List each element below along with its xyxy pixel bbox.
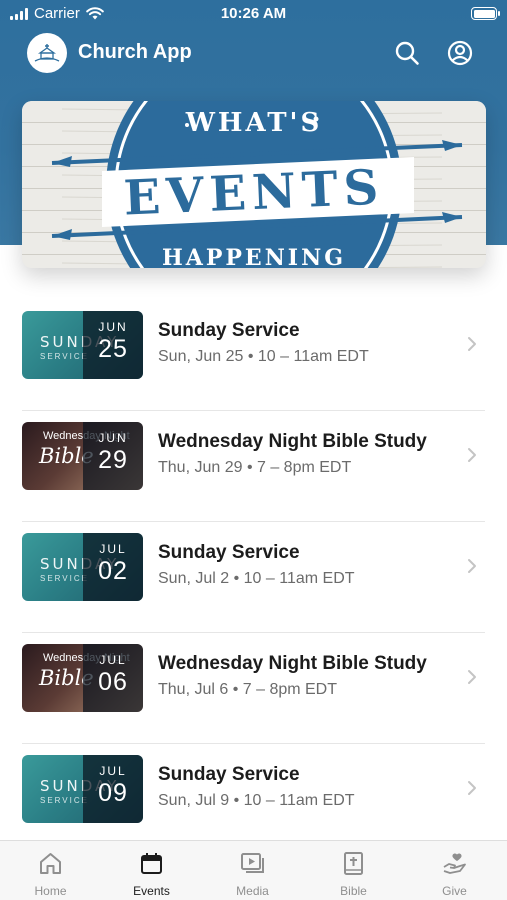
events-banner-art: WHAT'S EVENTS HAPPENING xyxy=(22,101,486,268)
media-icon xyxy=(241,853,264,873)
date-badge: JUN 25 xyxy=(83,311,143,379)
tab-label-events: Events xyxy=(133,884,170,898)
tab-events[interactable]: Events xyxy=(101,841,202,900)
event-row[interactable]: SUNDAY SERVICE JUN 25 Sunday Service Sun… xyxy=(0,300,507,411)
church-logo-icon xyxy=(27,33,67,73)
thumbnail-subtitle: SERVICE xyxy=(40,352,89,361)
date-day: 25 xyxy=(98,335,128,363)
thumbnail-subtitle: SERVICE xyxy=(40,574,89,583)
event-title: Sunday Service xyxy=(158,542,300,563)
date-month: JUN xyxy=(98,431,128,445)
tab-give[interactable]: Give xyxy=(404,841,505,900)
event-datetime: Thu, Jul 6 • 7 – 8pm EDT xyxy=(158,681,338,698)
banner-line-3: HAPPENING xyxy=(162,245,346,268)
event-datetime: Sun, Jul 9 • 10 – 11am EDT xyxy=(158,792,355,809)
calendar-icon xyxy=(141,853,162,874)
event-thumbnail: SUNDAY SERVICE JUL 09 xyxy=(22,755,143,823)
event-thumbnail: Wednesday Night Bible JUL 06 xyxy=(22,644,143,712)
chevron-right-icon xyxy=(468,337,476,351)
chevron-right-icon xyxy=(468,781,476,795)
event-datetime: Sun, Jun 25 • 10 – 11am EDT xyxy=(158,348,369,365)
events-banner: WHAT'S EVENTS HAPPENING xyxy=(22,101,486,268)
date-badge: JUL 06 xyxy=(83,644,143,712)
status-time: 10:26 AM xyxy=(220,5,287,22)
profile-icon[interactable] xyxy=(445,38,475,68)
chevron-right-icon xyxy=(468,448,476,462)
tab-media[interactable]: Media xyxy=(202,841,303,900)
bible-icon xyxy=(344,852,363,875)
app-header: Church App xyxy=(0,30,507,76)
date-day: 06 xyxy=(98,668,128,696)
tab-bar: Home Events Media Bible Give xyxy=(0,840,507,900)
give-icon xyxy=(443,853,466,874)
event-row[interactable]: Wednesday Night Bible JUN 29 Wednesday N… xyxy=(0,411,507,522)
date-month: JUN xyxy=(98,320,128,334)
event-thumbnail: SUNDAY SERVICE JUL 02 xyxy=(22,533,143,601)
status-bar: Carrier 10:26 AM xyxy=(0,0,507,28)
tab-label-give: Give xyxy=(442,884,467,898)
tab-home[interactable]: Home xyxy=(0,841,101,900)
date-badge: JUN 29 xyxy=(83,422,143,490)
tab-label-media: Media xyxy=(236,884,269,898)
event-datetime: Thu, Jun 29 • 7 – 8pm EDT xyxy=(158,459,352,476)
date-month: JUL xyxy=(99,542,127,556)
search-icon[interactable] xyxy=(392,38,422,68)
date-badge: JUL 09 xyxy=(83,755,143,823)
tab-label-bible: Bible xyxy=(340,884,367,898)
battery-icon xyxy=(471,7,500,20)
event-title: Sunday Service xyxy=(158,320,300,341)
date-badge: JUL 02 xyxy=(83,533,143,601)
event-thumbnail: SUNDAY SERVICE JUN 25 xyxy=(22,311,143,379)
event-row[interactable]: Wednesday Night Bible JUL 06 Wednesday N… xyxy=(0,633,507,744)
date-day: 09 xyxy=(98,779,128,807)
event-thumbnail: Wednesday Night Bible JUN 29 xyxy=(22,422,143,490)
event-row[interactable]: SUNDAY SERVICE JUL 02 Sunday Service Sun… xyxy=(0,522,507,633)
banner-line-1: WHAT'S xyxy=(185,108,323,138)
thumbnail-subtitle: SERVICE xyxy=(40,796,89,805)
date-day: 02 xyxy=(98,557,128,585)
home-icon xyxy=(40,853,61,874)
date-month: JUL xyxy=(99,653,127,667)
event-title: Wednesday Night Bible Study xyxy=(158,431,427,452)
event-list: SUNDAY SERVICE JUN 25 Sunday Service Sun… xyxy=(0,300,507,855)
event-row[interactable]: SUNDAY SERVICE JUL 09 Sunday Service Sun… xyxy=(0,744,507,855)
banner-line-2: EVENTS xyxy=(123,159,386,226)
event-title: Wednesday Night Bible Study xyxy=(158,653,427,674)
date-month: JUL xyxy=(99,764,127,778)
event-title: Sunday Service xyxy=(158,764,300,785)
tab-label-home: Home xyxy=(34,884,67,898)
event-datetime: Sun, Jul 2 • 10 – 11am EDT xyxy=(158,570,355,587)
chevron-right-icon xyxy=(468,559,476,573)
tab-bible[interactable]: Bible xyxy=(303,841,404,900)
app-title: Church App xyxy=(78,41,192,63)
chevron-right-icon xyxy=(468,670,476,684)
date-day: 29 xyxy=(98,446,128,474)
